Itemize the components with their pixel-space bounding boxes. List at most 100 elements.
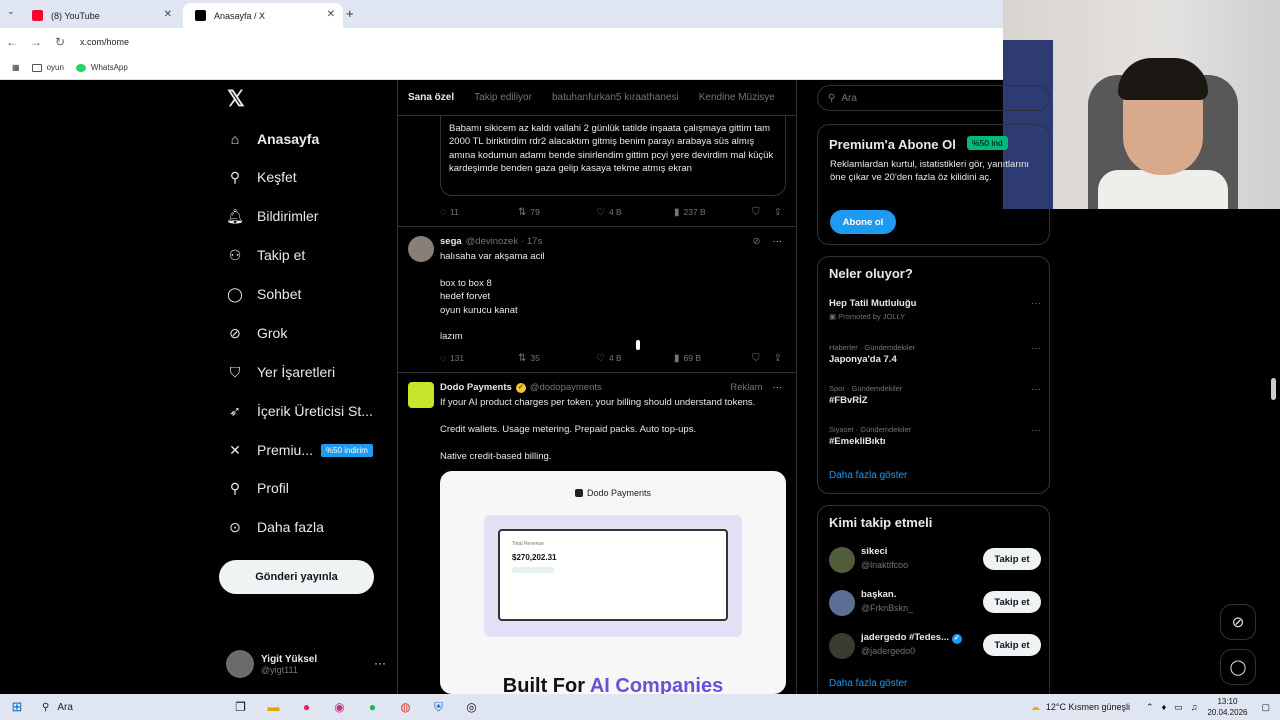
reply-button[interactable]: ◌ 11	[440, 207, 518, 218]
microphone-icon[interactable]: ♦	[1162, 702, 1167, 712]
follow-suggestion[interactable]: sikeci @lnaktifcoo Takip et	[829, 546, 1041, 574]
search-input[interactable]: ⚲ Ara	[817, 85, 1050, 111]
more-icon[interactable]: ···	[773, 382, 783, 393]
author-name[interactable]: sega	[440, 236, 462, 247]
close-icon[interactable]: ✕	[327, 9, 335, 20]
messages-float-icon[interactable]: ◯	[1220, 649, 1256, 685]
nav-notifications[interactable]: 🔔︎ Bildirimler	[226, 201, 318, 231]
nav-label: Sohbet	[257, 286, 302, 302]
post-button[interactable]: Gönderi yayınla	[219, 560, 374, 594]
spotify-icon[interactable]: ●	[356, 700, 389, 714]
ad-media-card[interactable]: Dodo Payments Total Revenue $270,202.31 …	[440, 471, 786, 694]
follow-button[interactable]: Takip et	[983, 548, 1041, 570]
tab-label: (8) YouTube	[51, 10, 100, 21]
obs-icon[interactable]: ◎	[455, 700, 488, 714]
back-icon[interactable]: ←	[0, 35, 24, 49]
author-name[interactable]: Dodo Payments	[440, 382, 512, 393]
tweet-time[interactable]: · 17s	[521, 236, 542, 247]
nav-label: Premiu...	[257, 442, 314, 458]
instagram-icon[interactable]: ◉	[323, 700, 356, 714]
tab-following[interactable]: Takip ediliyor	[474, 92, 532, 103]
reply-button[interactable]: ◌ 131	[440, 353, 518, 364]
trends-show-more[interactable]: Daha fazla göster	[829, 470, 907, 481]
follow-button[interactable]: Takip et	[983, 634, 1041, 656]
tab-for-you[interactable]: Sana özel	[408, 92, 454, 103]
account-switcher[interactable]: Yigit Yüksel @yigt111 ···	[226, 648, 386, 680]
grok-icon[interactable]: ⊘	[753, 236, 761, 247]
who-show-more[interactable]: Daha fazla göster	[829, 678, 907, 689]
trend-item[interactable]: Haberler · Gündemdekiler Japonya'da 7.4 …	[829, 343, 1041, 365]
advertiser-logo[interactable]	[408, 382, 434, 408]
notifications-icon[interactable]: ▢	[1261, 702, 1270, 713]
discount-badge: %50 ind	[967, 136, 1008, 150]
nav-follow[interactable]: ⚇ Takip et	[226, 240, 306, 270]
nav-chat[interactable]: ◯ Sohbet	[226, 279, 301, 309]
apps-icon[interactable]: ▦	[12, 63, 20, 72]
more-icon[interactable]: ···	[1031, 384, 1041, 395]
follow-suggestion[interactable]: jadergedo #Tedes... ✓ @jadergedo0 Takip …	[829, 632, 1041, 660]
share-icon[interactable]: ⇪	[774, 353, 782, 364]
like-button[interactable]: ♡ 4 B	[596, 207, 674, 218]
suggestion-handle: @FrknBskn_	[861, 603, 914, 613]
security-shield-icon[interactable]: ⛨	[422, 700, 455, 715]
nav-grok[interactable]: ⊘ Grok	[226, 318, 287, 348]
follow-suggestion[interactable]: başkan. @FrknBskn_ Takip et	[829, 589, 1041, 617]
chrome-icon[interactable]: ◍	[389, 700, 422, 714]
author-handle[interactable]: @devinozek	[466, 236, 518, 247]
windows-start-icon[interactable]: ⊞	[0, 699, 34, 715]
bookmark-icon[interactable]: ⛉	[752, 207, 760, 218]
author-handle[interactable]: @dodopayments	[530, 382, 602, 393]
avatar[interactable]	[408, 236, 434, 262]
follow-button[interactable]: Takip et	[983, 591, 1041, 613]
page-scrollbar[interactable]	[1271, 378, 1276, 400]
clock[interactable]: 13:10 20.04.2026	[1207, 696, 1247, 718]
x-logo-icon	[195, 10, 206, 21]
tab-list-kiraathanesi[interactable]: batuhanfurkan5 kıraathanesi	[552, 92, 679, 103]
grok-float-icon[interactable]: ⊘	[1220, 604, 1256, 640]
tab-list-muzisyen[interactable]: Kendine Müzisye	[699, 92, 775, 103]
quoted-tweet[interactable]: Babamı sikicem az kaldı vallahi 2 günlük…	[440, 116, 786, 196]
weather-text[interactable]: 12°C Kısmen güneşli	[1046, 702, 1130, 712]
x-logo-icon[interactable]: 𝕏	[227, 88, 247, 110]
volume-icon[interactable]: ♫	[1191, 702, 1198, 712]
share-icon[interactable]: ⇪	[774, 207, 782, 218]
trend-item[interactable]: Spor · Gündemdekiler #FBvRİZ ···	[829, 384, 1041, 406]
tab-youtube[interactable]: (8) YouTube ✕	[20, 3, 180, 28]
nav-bookmarks[interactable]: ⛉ Yer İşaretleri	[226, 357, 335, 387]
repost-button[interactable]: ⇅ 35	[518, 353, 596, 364]
nav-home[interactable]: ⌂ Anasayfa	[226, 124, 320, 154]
nav-profile[interactable]: ⚲ Profil	[226, 473, 289, 503]
trend-item[interactable]: Siyaset · Gündemdekiler #EmekliBıktı ···	[829, 425, 1041, 447]
new-tab-icon[interactable]: +	[346, 6, 354, 21]
bookmark-icon[interactable]: ⛉	[752, 353, 760, 364]
repost-count: 79	[530, 207, 540, 217]
media-player-icon[interactable]: ●	[290, 700, 323, 714]
network-icon[interactable]: ▭	[1174, 702, 1183, 713]
like-button[interactable]: ♡ 4 B	[596, 353, 674, 364]
forward-icon[interactable]: →	[24, 35, 48, 49]
nav-more[interactable]: ⊙ Daha fazla	[226, 512, 324, 542]
trend-item[interactable]: Hep Tatil Mutluluğu ▣ Promoted by JOLLY …	[829, 298, 1041, 321]
subscribe-button[interactable]: Abone ol	[830, 210, 896, 234]
repost-button[interactable]: ⇅ 79	[518, 207, 596, 218]
tab-list-chevron-icon[interactable]: ⌄	[7, 6, 15, 17]
more-icon[interactable]: ···	[1031, 298, 1041, 309]
task-view-icon[interactable]: ❐	[224, 700, 257, 714]
url-field[interactable]: x.com/home	[80, 37, 129, 47]
nav-explore[interactable]: ⚲ Keşfet	[226, 162, 297, 192]
bookmark-oyun[interactable]: oyun	[31, 63, 64, 72]
bookmark-whatsapp[interactable]: WhatsApp	[75, 63, 128, 72]
more-icon[interactable]: ···	[1031, 425, 1041, 436]
reload-icon[interactable]: ↻	[48, 35, 72, 49]
more-icon[interactable]: ···	[1031, 343, 1041, 354]
tray-chevron-icon[interactable]: ⌃	[1146, 702, 1154, 713]
nav-premium[interactable]: ✕ Premiu... %50 indirim	[226, 435, 373, 465]
more-icon[interactable]: ···	[374, 656, 386, 670]
tweet-text: halısaha var akşama acil box to box 8 he…	[440, 251, 545, 343]
file-explorer-icon[interactable]: ▬	[257, 700, 290, 714]
more-icon[interactable]: ···	[773, 236, 783, 247]
taskbar-search[interactable]: ⚲ Ara	[34, 694, 224, 720]
nav-creator-studio[interactable]: ➶ İçerik Üreticisi St...	[226, 396, 373, 426]
close-icon[interactable]: ✕	[164, 9, 172, 20]
tab-x-home[interactable]: Anasayfa / X ✕	[183, 3, 343, 28]
